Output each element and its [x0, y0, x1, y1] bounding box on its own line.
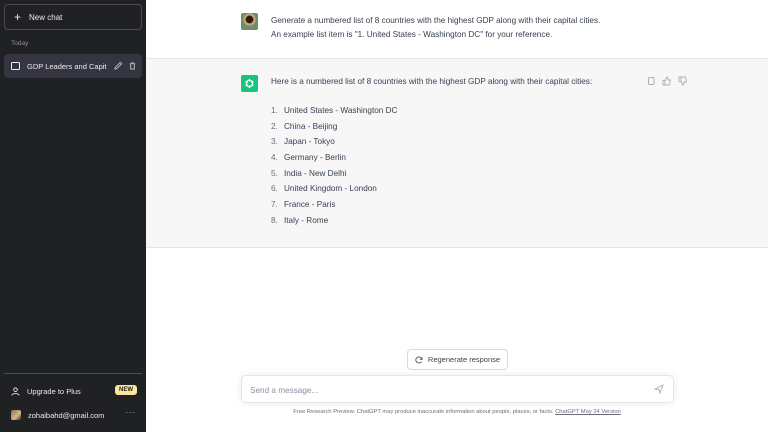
- assistant-message-row: Here is a numbered list of 8 countries w…: [146, 59, 768, 248]
- account-email: zohaibahd@gmail.com: [28, 410, 105, 420]
- user-avatar: [241, 13, 258, 30]
- user-message-line-2: An example list item is "1. United State…: [271, 30, 553, 39]
- user-message-row: Generate a numbered list of 8 countries …: [146, 0, 768, 59]
- footer-disclaimer: Free Research Preview. ChatGPT may produ…: [146, 409, 768, 415]
- version-link[interactable]: ChatGPT May 24 Version: [555, 409, 621, 415]
- thumbs-down-icon[interactable]: [678, 76, 688, 86]
- message-icon: [11, 62, 20, 70]
- sidebar-divider: [4, 373, 142, 374]
- upgrade-to-plus-button[interactable]: Upgrade to Plus NEW: [11, 384, 137, 398]
- regenerate-response-button[interactable]: Regenerate response: [407, 349, 508, 370]
- account-menu[interactable]: zohaibahd@gmail.com ···: [11, 408, 137, 422]
- chatgpt-logo-icon: [241, 75, 258, 92]
- list-item: 8. Italy - Rome: [271, 215, 329, 225]
- upgrade-label: Upgrade to Plus: [27, 386, 81, 396]
- send-icon[interactable]: [654, 384, 664, 394]
- list-item: 6. United Kingdom - London: [271, 184, 377, 194]
- message-composer: [241, 375, 674, 403]
- answer-list: 1. United States - Washington DC 2. China …: [271, 103, 397, 229]
- trash-icon[interactable]: [128, 61, 137, 70]
- footer-text: Free Research Preview. ChatGPT may produ…: [293, 409, 556, 415]
- new-chat-button[interactable]: + New chat: [4, 4, 142, 30]
- list-item: 5. India - New Delhi: [271, 168, 347, 178]
- assistant-intro: Here is a numbered list of 8 countries w…: [271, 77, 593, 86]
- more-options-icon[interactable]: ···: [126, 408, 136, 417]
- list-item: 7. France - Paris: [271, 200, 336, 210]
- refresh-icon: [415, 356, 423, 363]
- list-item: 3. Japan - Tokyo: [271, 137, 335, 147]
- list-item: 1. United States - Washington DC: [271, 106, 398, 115]
- message-input[interactable]: [250, 382, 640, 398]
- chat-history-item[interactable]: GDP Leaders and Capit: [4, 54, 142, 78]
- user-message: Generate a numbered list of 8 countries …: [271, 14, 600, 42]
- chat-history-title: GDP Leaders and Capit: [27, 61, 107, 71]
- copy-icon[interactable]: [646, 76, 656, 86]
- avatar: [11, 410, 21, 420]
- plus-icon: +: [14, 10, 22, 24]
- regenerate-label: Regenerate response: [427, 355, 501, 364]
- feedback-actions: [646, 76, 688, 86]
- list-item: 4. Germany - Berlin: [271, 153, 346, 163]
- user-icon: [11, 386, 20, 396]
- list-item: 2. China - Beijing: [271, 121, 338, 131]
- history-section-label: Today: [11, 40, 29, 47]
- new-chat-label: New chat: [29, 12, 63, 22]
- chat-main: Generate a numbered list of 8 countries …: [146, 0, 768, 432]
- user-message-line-1: Generate a numbered list of 8 countries …: [271, 16, 601, 25]
- new-badge: NEW: [115, 385, 137, 395]
- edit-icon[interactable]: [114, 61, 123, 70]
- sidebar: + New chat Today GDP Leaders and Capit U…: [0, 0, 146, 432]
- thumbs-up-icon[interactable]: [662, 76, 672, 86]
